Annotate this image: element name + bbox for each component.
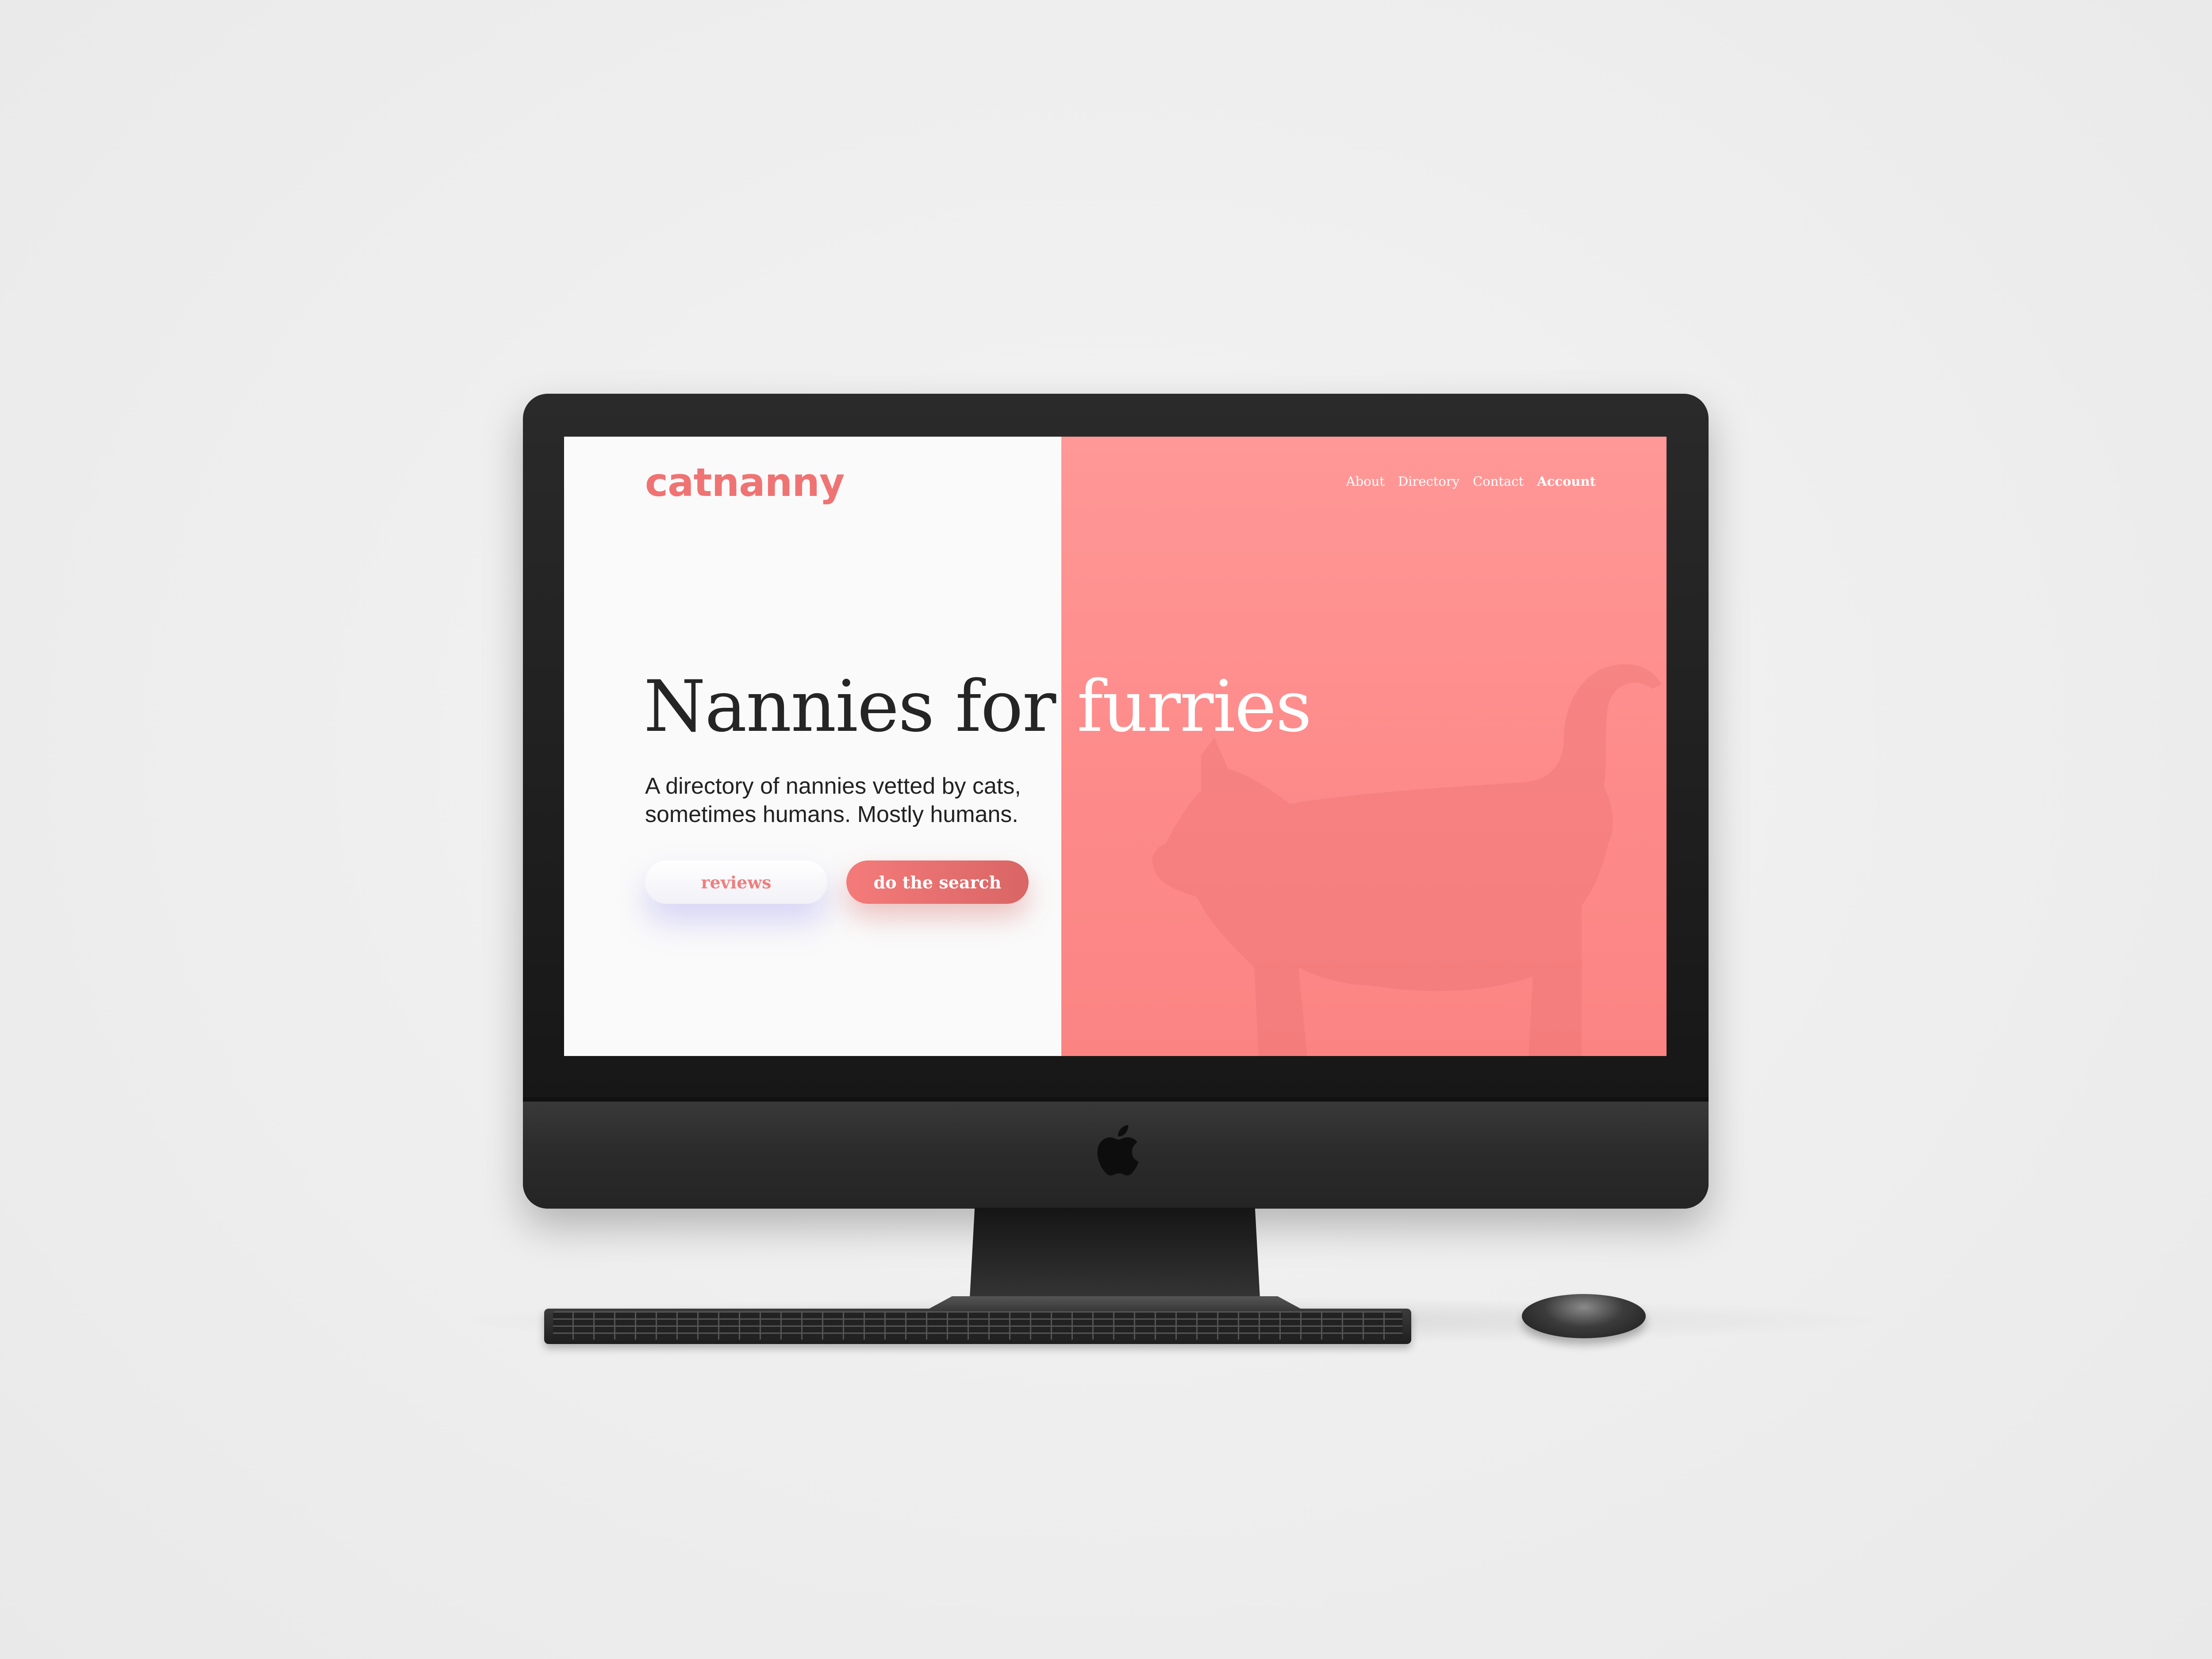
nav-about[interactable]: About: [1346, 474, 1385, 489]
nav-contact[interactable]: Contact: [1473, 474, 1524, 489]
hero-subtitle: A directory of nannies vetted by cats, s…: [645, 772, 1087, 829]
imac-chin-edge: [523, 1097, 1709, 1102]
subtitle-line-1: A directory of nannies vetted by cats,: [645, 773, 1021, 799]
nav-account[interactable]: Account: [1537, 474, 1596, 489]
top-nav: About Directory Contact Account: [1346, 474, 1596, 489]
mouse: [1522, 1294, 1646, 1338]
keyboard-keys: [553, 1311, 1402, 1340]
site-logo[interactable]: catnanny: [645, 460, 845, 505]
hero-headline: Nannies for furries: [644, 671, 1312, 742]
apple-logo-icon: [1097, 1125, 1139, 1175]
search-button[interactable]: do the search: [846, 860, 1029, 904]
nav-directory[interactable]: Directory: [1398, 474, 1459, 489]
headline-accent: furries: [1077, 665, 1312, 748]
headline-main: Nannies for: [644, 665, 1077, 748]
screen: catnanny About Directory Contact Account…: [564, 437, 1667, 1056]
subtitle-line-2: sometimes humans. Mostly humans.: [645, 802, 1018, 827]
reviews-button[interactable]: reviews: [645, 860, 827, 904]
